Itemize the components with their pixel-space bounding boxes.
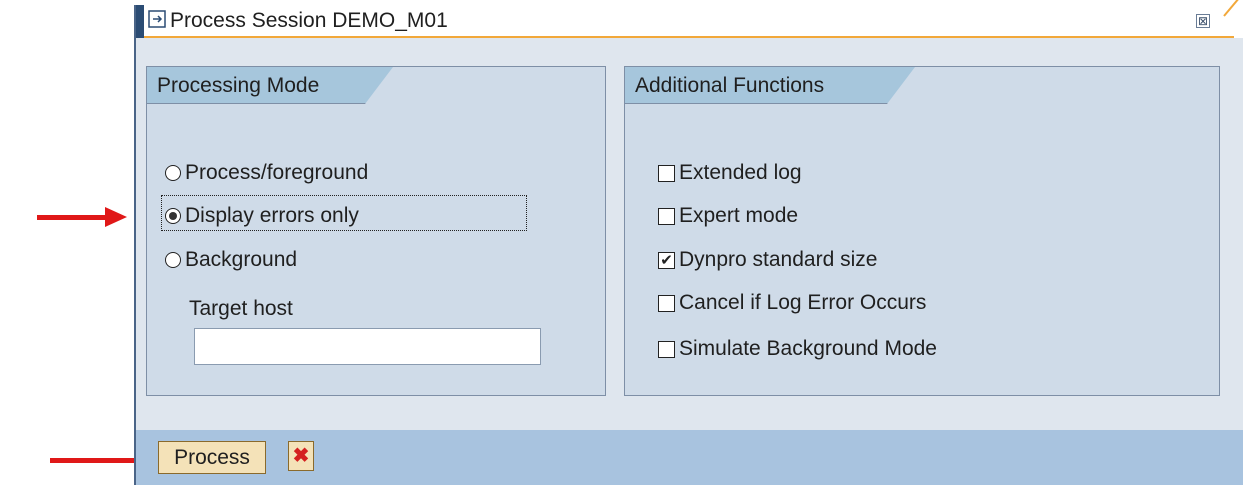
window-title: Process Session DEMO_M01 [170, 9, 448, 32]
checkbox-label: Simulate Background Mode [679, 337, 937, 360]
close-icon[interactable]: ⊠ [1196, 14, 1210, 28]
additional-functions-panel: Additional Functions Extended log Expert… [624, 66, 1220, 396]
title-bar: Process Session DEMO_M01 ⊠ [136, 0, 1243, 38]
annotation-arrow-process [50, 450, 158, 470]
radio-display-errors-only[interactable]: Display errors only [165, 204, 359, 228]
target-host-label: Target host [189, 297, 293, 320]
radio-label: Process/foreground [185, 161, 369, 184]
process-session-window: Process Session DEMO_M01 ⊠ Processing Mo… [134, 0, 1243, 485]
processing-mode-panel: Processing Mode Process/foreground Displ… [146, 66, 606, 396]
checkbox-simulate-background[interactable]: Simulate Background Mode [658, 337, 937, 361]
additional-functions-tab: Additional Functions [625, 67, 915, 104]
radio-label: Background [185, 248, 298, 271]
checkbox-extended-log[interactable]: Extended log [658, 161, 802, 185]
checkbox-label: Dynpro standard size [679, 248, 878, 271]
checkbox-cancel-if-log-error[interactable]: Cancel if Log Error Occurs [658, 291, 926, 315]
checkbox[interactable] [658, 207, 675, 225]
processing-mode-tab: Processing Mode [147, 67, 393, 104]
checkbox-label: Expert mode [679, 204, 799, 227]
session-icon [148, 10, 166, 28]
additional-functions-heading: Additional Functions [635, 74, 825, 97]
processing-mode-heading: Processing Mode [157, 74, 320, 97]
annotation-arrow-display-errors [37, 207, 127, 227]
target-host-input[interactable] [194, 328, 541, 365]
title-underline-slant [1223, 0, 1241, 17]
title-accent [136, 5, 144, 38]
checkbox-expert-mode[interactable]: Expert mode [658, 204, 798, 228]
radio-button[interactable] [165, 165, 181, 181]
checkbox[interactable] [658, 340, 675, 358]
checkbox-dynpro-standard-size[interactable]: ✔ Dynpro standard size [658, 248, 877, 272]
title-underline [144, 36, 1234, 38]
checkbox-label: Extended log [679, 161, 802, 184]
checkbox[interactable] [658, 164, 675, 182]
radio-button[interactable] [165, 252, 181, 268]
checkbox[interactable] [658, 294, 675, 312]
checkbox-label: Cancel if Log Error Occurs [679, 291, 927, 314]
radio-process-foreground[interactable]: Process/foreground [165, 161, 368, 185]
checkbox-checked[interactable]: ✔ [658, 251, 675, 269]
radio-button-selected[interactable] [165, 208, 181, 224]
radio-label: Display errors only [185, 204, 359, 227]
radio-background[interactable]: Background [165, 248, 297, 272]
process-button[interactable]: Process [158, 441, 266, 474]
cancel-icon[interactable]: ✖ [288, 441, 314, 471]
